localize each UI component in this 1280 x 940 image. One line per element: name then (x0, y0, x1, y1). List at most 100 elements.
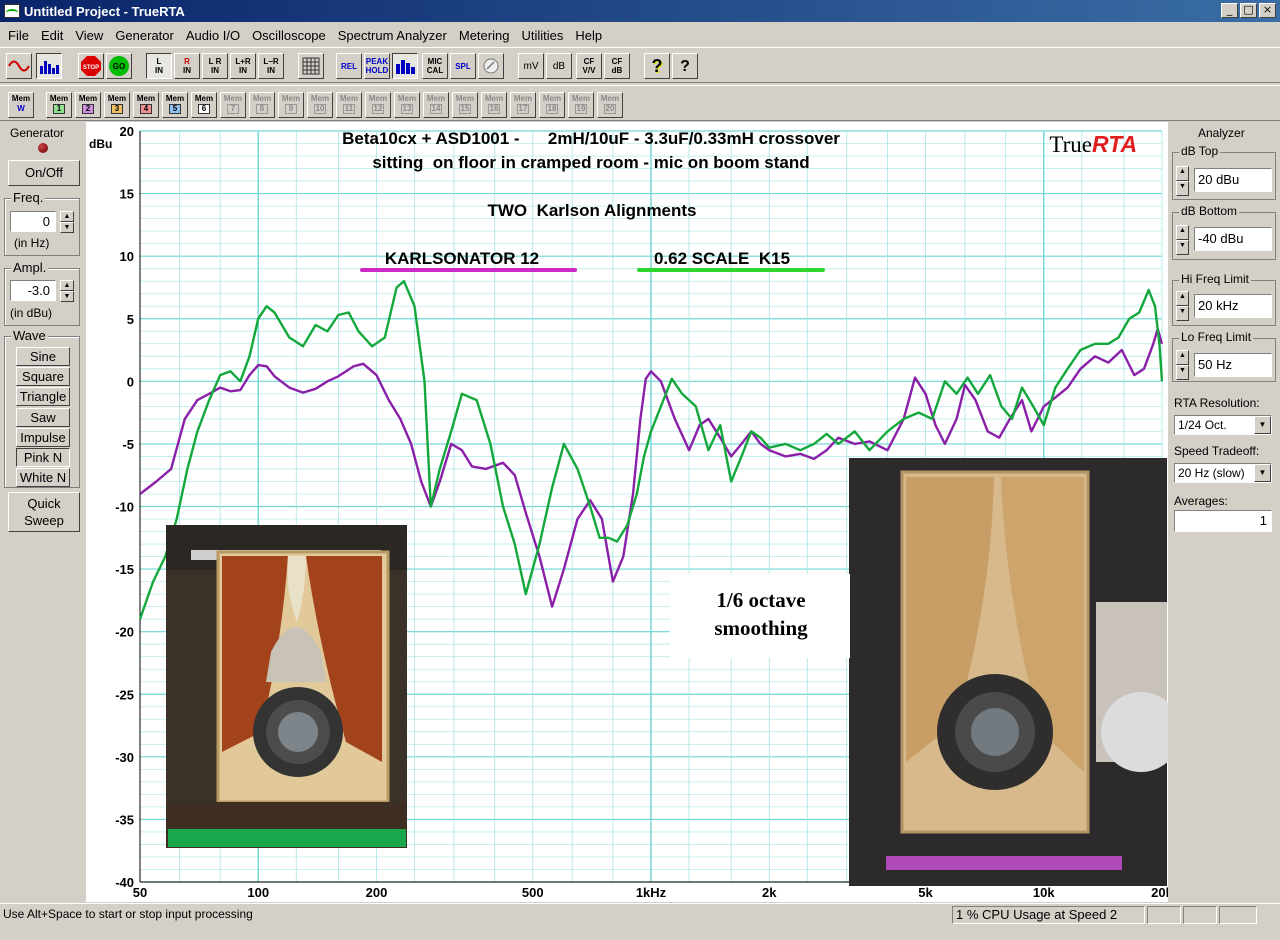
mem-6-button[interactable]: Mem 6 (191, 92, 217, 118)
hi-freq-up-button[interactable]: ▲ (1176, 291, 1189, 306)
menu-metering[interactable]: Metering (453, 28, 516, 43)
db-top-up-button[interactable]: ▲ (1176, 166, 1189, 181)
mem-19-button[interactable]: Mem 19 (568, 92, 594, 118)
close-button[interactable]: × (1259, 3, 1276, 18)
left-right-input-button[interactable]: L R IN (202, 53, 228, 79)
generator-on-off-button[interactable]: On/Off (8, 160, 80, 186)
mem-3-button[interactable]: Mem 3 (104, 92, 130, 118)
window-title: Untitled Project - TrueRTA (24, 3, 185, 19)
mem-20-button[interactable]: Mem 20 (597, 92, 623, 118)
mic-cal-button[interactable]: MIC CAL (422, 53, 448, 79)
crest-factor-vv-button[interactable]: CF V/V (576, 53, 602, 79)
menu-audio-io[interactable]: Audio I/O (180, 28, 246, 43)
mem-5-button[interactable]: Mem 5 (162, 92, 188, 118)
mem-16-button[interactable]: Mem 16 (481, 92, 507, 118)
db-bottom-input[interactable]: -40 dBu (1194, 227, 1272, 251)
mem-number: 2 (82, 104, 94, 114)
mem-18-button[interactable]: Mem 18 (539, 92, 565, 118)
rta-resolution-select[interactable]: 1/24 Oct. ▼ (1174, 415, 1272, 435)
wave-saw-button[interactable]: Saw (16, 408, 70, 427)
mem-number: 20 (604, 104, 616, 114)
wave-square-button[interactable]: Square (16, 367, 70, 386)
bars-display-button[interactable] (392, 53, 418, 79)
lo-freq-input[interactable]: 50 Hz (1194, 353, 1272, 377)
db-top-input[interactable]: 20 dBu (1194, 168, 1272, 192)
spl-button[interactable]: SPL (450, 53, 476, 79)
wave-triangle-button[interactable]: Triangle (16, 387, 70, 406)
minimize-button[interactable]: _ (1221, 3, 1238, 18)
mem-10-button[interactable]: Mem 10 (307, 92, 333, 118)
menu-oscilloscope[interactable]: Oscilloscope (246, 28, 332, 43)
ampl-down-button[interactable]: ▼ (60, 291, 74, 302)
help-button[interactable]: ? (644, 53, 670, 79)
mem-4-button[interactable]: Mem 4 (133, 92, 159, 118)
wave-sine-button[interactable]: Sine (16, 347, 70, 366)
mem-17-button[interactable]: Mem 17 (510, 92, 536, 118)
menu-spectrum-analyzer[interactable]: Spectrum Analyzer (332, 28, 453, 43)
l-plus-r-button[interactable]: L+R IN (230, 53, 256, 79)
mem-14-button[interactable]: Mem 14 (423, 92, 449, 118)
mem-15-button[interactable]: Mem 15 (452, 92, 478, 118)
freq-input[interactable]: 0 (10, 211, 56, 232)
stop-button[interactable]: STOP (78, 53, 104, 79)
right-input-button[interactable]: R IN (174, 53, 200, 79)
millivolts-button[interactable]: mV (518, 53, 544, 79)
quick-sweep-button[interactable]: Quick Sweep (8, 492, 80, 532)
lo-freq-down-button[interactable]: ▼ (1176, 365, 1189, 380)
hi-freq-down-button[interactable]: ▼ (1176, 306, 1189, 321)
freq-up-button[interactable]: ▲ (60, 211, 74, 222)
chevron-down-icon[interactable]: ▼ (1254, 464, 1271, 482)
db-top-down-button[interactable]: ▼ (1176, 181, 1189, 196)
go-button[interactable]: GO (106, 53, 132, 79)
mem-2-button[interactable]: Mem 2 (75, 92, 101, 118)
mem-12-button[interactable]: Mem 12 (365, 92, 391, 118)
averages-input[interactable]: 1 (1174, 510, 1272, 532)
hi-freq-input[interactable]: 20 kHz (1194, 294, 1272, 318)
left-input-button[interactable]: L IN (146, 53, 172, 79)
oscilloscope-button[interactable] (6, 53, 32, 79)
grid-button[interactable] (298, 53, 324, 79)
y-tick-label: -25 (115, 687, 134, 702)
mem-label: Mem (542, 94, 562, 103)
y-tick-label: 0 (127, 374, 134, 389)
menu-file[interactable]: File (2, 28, 35, 43)
mem-7-button[interactable]: Mem 7 (220, 92, 246, 118)
meter-button[interactable] (478, 53, 504, 79)
menu-help[interactable]: Help (569, 28, 608, 43)
crest-factor-db-button[interactable]: CF dB (604, 53, 630, 79)
wave-pink-noise-button[interactable]: Pink N (16, 448, 70, 467)
chevron-down-icon[interactable]: ▼ (1254, 416, 1271, 434)
freq-down-button[interactable]: ▼ (60, 222, 74, 233)
speed-tradeoff-select[interactable]: 20 Hz (slow) ▼ (1174, 463, 1272, 483)
spectrum-button[interactable] (36, 53, 62, 79)
rel-label: REL (341, 61, 357, 71)
ampl-input[interactable]: -3.0 (10, 280, 56, 301)
l-minus-r-button[interactable]: L−R IN (258, 53, 284, 79)
mem-8-button[interactable]: Mem 8 (249, 92, 275, 118)
db-bottom-up-button[interactable]: ▲ (1176, 225, 1189, 240)
menu-utilities[interactable]: Utilities (515, 28, 569, 43)
ampl-up-button[interactable]: ▲ (60, 280, 74, 291)
x-tick-label: 500 (522, 885, 544, 900)
decibels-button[interactable]: dB (546, 53, 572, 79)
menu-view[interactable]: View (69, 28, 109, 43)
peak-hold-button[interactable]: PEAK HOLD (364, 53, 390, 79)
mem-1-button[interactable]: Mem 1 (46, 92, 72, 118)
spectrum-chart[interactable]: 20 15 10 5 0 -5 -10 -15 -20 -25 -30 -35 -40 50 100 200… (86, 122, 1168, 902)
wave-white-noise-button[interactable]: White N (16, 468, 70, 487)
menu-generator[interactable]: Generator (109, 28, 180, 43)
mem-11-button[interactable]: Mem 11 (336, 92, 362, 118)
maximize-button[interactable]: □ (1240, 3, 1257, 18)
mem-9-button[interactable]: Mem 9 (278, 92, 304, 118)
db-bottom-down-button[interactable]: ▼ (1176, 240, 1189, 255)
context-help-icon: ? (680, 57, 690, 75)
chart-title-line2: sitting on floor in cramped room - mic o… (372, 153, 809, 172)
menu-edit[interactable]: Edit (35, 28, 69, 43)
relative-button[interactable]: REL (336, 53, 362, 79)
mem-w-button[interactable]: Mem W (8, 92, 34, 118)
status-cell-1 (1147, 906, 1181, 924)
context-help-button[interactable]: ? (672, 53, 698, 79)
lo-freq-up-button[interactable]: ▲ (1176, 350, 1189, 365)
wave-impulse-button[interactable]: Impulse (16, 428, 70, 447)
mem-13-button[interactable]: Mem 13 (394, 92, 420, 118)
